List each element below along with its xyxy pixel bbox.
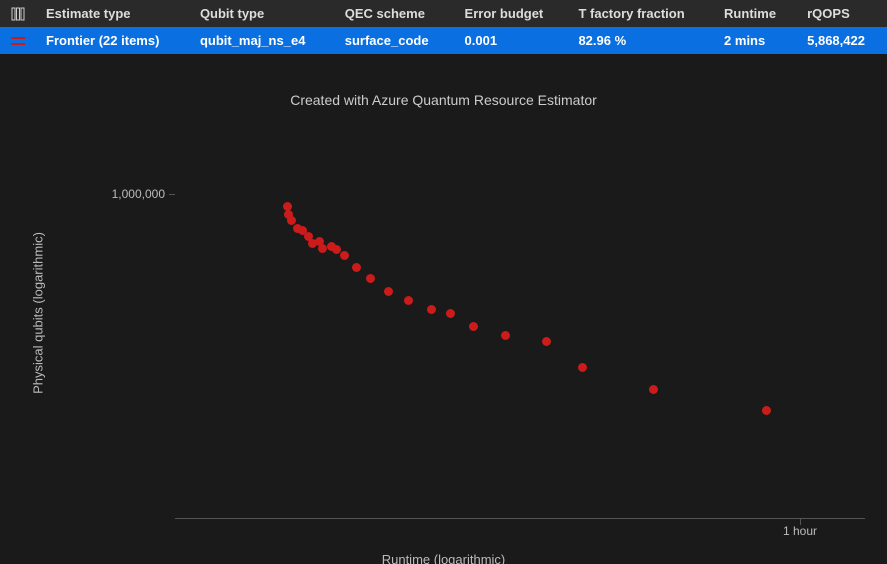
data-point[interactable] [578, 363, 587, 372]
col-error-budget[interactable]: Error budget [455, 0, 569, 27]
data-point[interactable] [469, 322, 478, 331]
data-point[interactable] [762, 406, 771, 415]
results-table: Estimate type Qubit type QEC scheme Erro… [0, 0, 887, 54]
x-axis-label: Runtime (logarithmic) [0, 552, 887, 564]
columns-icon [4, 7, 32, 21]
data-point[interactable] [352, 263, 361, 272]
col-rqops[interactable]: rQOPS [797, 0, 887, 27]
data-point[interactable] [542, 337, 551, 346]
cell-t-factory-fraction: 82.96 % [568, 27, 714, 54]
col-t-factory-fraction[interactable]: T factory fraction [568, 0, 714, 27]
x-tick: 1 hour [783, 524, 817, 538]
data-point[interactable] [318, 244, 327, 253]
cell-qubit-type: qubit_maj_ns_e4 [190, 27, 335, 54]
y-tick: 1,000,000 [112, 187, 165, 201]
data-point[interactable] [649, 385, 658, 394]
grid-icon-header[interactable] [0, 0, 36, 27]
chart-area: Created with Azure Quantum Resource Esti… [0, 54, 887, 564]
chart-title: Created with Azure Quantum Resource Esti… [0, 92, 887, 108]
cell-qec-scheme: surface_code [335, 27, 455, 54]
table-header-row: Estimate type Qubit type QEC scheme Erro… [0, 0, 887, 27]
y-axis-label: Physical qubits (logarithmic) [31, 232, 46, 394]
scatter-plot[interactable]: 1,000,0001 hour [175, 119, 865, 519]
data-point[interactable] [366, 274, 375, 283]
legend-icon [4, 36, 32, 46]
cell-error-budget: 0.001 [455, 27, 569, 54]
data-point[interactable] [446, 309, 455, 318]
col-qubit-type[interactable]: Qubit type [190, 0, 335, 27]
table-row[interactable]: Frontier (22 items) qubit_maj_ns_e4 surf… [0, 27, 887, 54]
data-point[interactable] [501, 331, 510, 340]
data-point[interactable] [332, 245, 341, 254]
col-runtime[interactable]: Runtime [714, 0, 797, 27]
cell-estimate-type: Frontier (22 items) [36, 27, 190, 54]
data-point[interactable] [287, 216, 296, 225]
data-point[interactable] [427, 305, 436, 314]
data-point[interactable] [340, 251, 349, 260]
col-estimate-type[interactable]: Estimate type [36, 0, 190, 27]
cell-rqops: 5,868,422 [797, 27, 887, 54]
data-point[interactable] [384, 287, 393, 296]
x-axis-line [175, 518, 865, 519]
cell-runtime: 2 mins [714, 27, 797, 54]
col-qec-scheme[interactable]: QEC scheme [335, 0, 455, 27]
data-point[interactable] [404, 296, 413, 305]
